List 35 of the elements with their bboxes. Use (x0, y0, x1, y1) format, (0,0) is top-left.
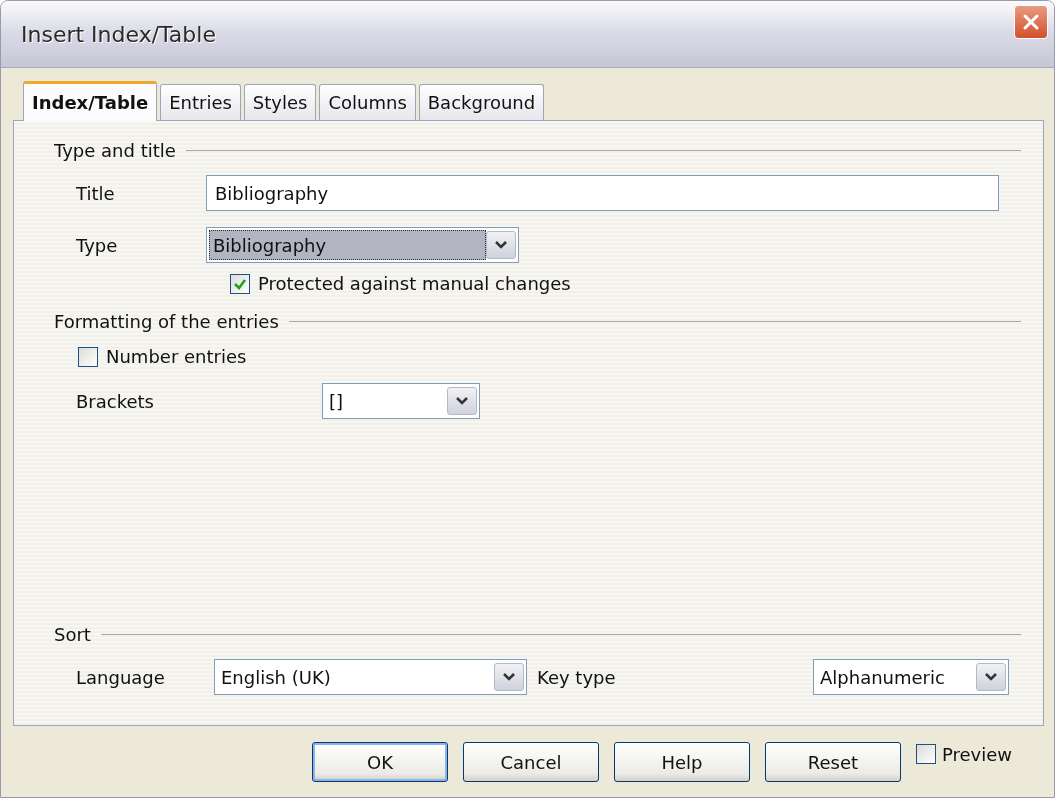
window-title: Insert Index/Table (21, 21, 216, 47)
dialog-button[interactable]: Cancel (463, 742, 599, 782)
checkbox-label: Protected against manual changes (258, 273, 571, 294)
chevron-down-icon (455, 396, 469, 406)
section-heading: Sort (54, 623, 91, 645)
title-field[interactable]: Bibliography (206, 175, 999, 211)
brackets-dropdown[interactable]: [] (322, 383, 480, 419)
checkbox[interactable] (916, 744, 936, 764)
field-label: Key type (537, 666, 617, 688)
tab[interactable]: Background (418, 84, 545, 120)
close-icon (1022, 13, 1040, 31)
dialog-button[interactable]: Help (614, 742, 750, 782)
dialog-button[interactable]: Reset (765, 742, 901, 782)
chevron-down-icon (984, 672, 998, 682)
checkbox-label: Number entries (106, 346, 247, 367)
close-button[interactable] (1014, 5, 1048, 39)
dialog-button[interactable]: OK (312, 742, 448, 782)
key-type-dropdown[interactable]: Alphanumeric (813, 659, 1009, 695)
checkbox[interactable] (78, 346, 98, 367)
type-dropdown[interactable]: Bibliography (206, 227, 519, 263)
field-label: Language (76, 666, 166, 688)
checkbox-label: Preview (942, 743, 1013, 765)
chevron-down-icon (494, 240, 508, 250)
field-label: Brackets (76, 390, 155, 412)
section-heading: Type and title (54, 139, 176, 161)
section-heading: Formatting of the entries (54, 310, 279, 332)
language-dropdown[interactable]: English (UK) (214, 659, 527, 695)
tab[interactable]: Index/Table (23, 81, 158, 121)
tab[interactable]: Styles (243, 84, 317, 120)
tab[interactable]: Entries (160, 84, 241, 120)
field-label: Title (76, 182, 116, 204)
tab[interactable]: Columns (319, 84, 416, 120)
chevron-down-icon (502, 672, 516, 682)
checkbox[interactable] (230, 273, 250, 294)
field-label: Type (76, 234, 119, 256)
